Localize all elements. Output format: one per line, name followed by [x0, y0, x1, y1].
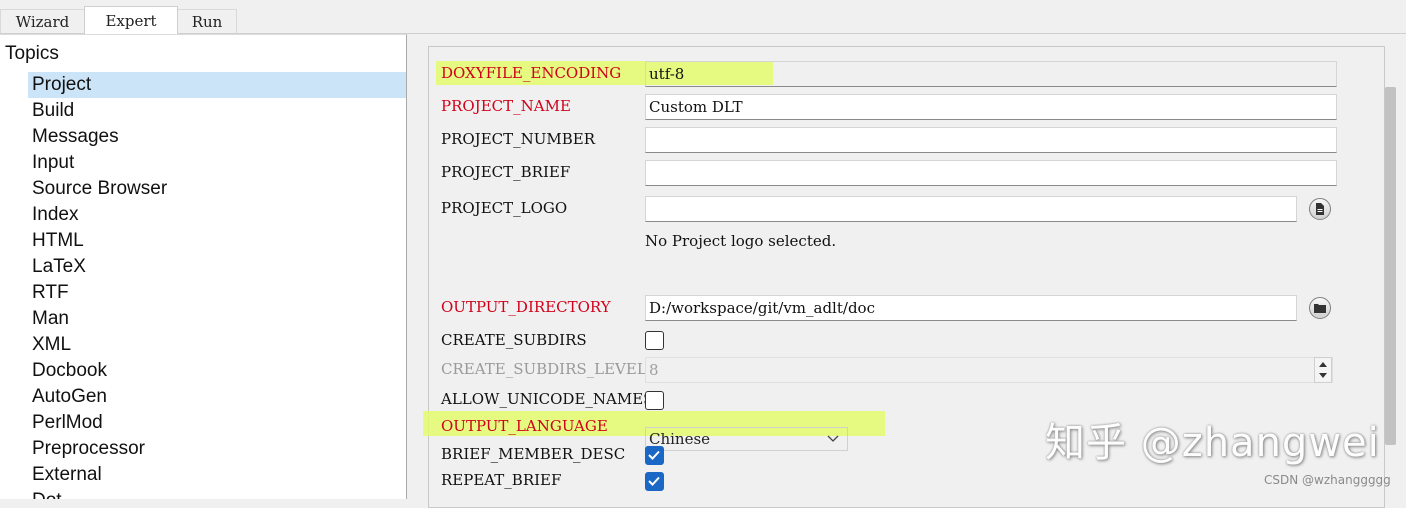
topic-item-dot[interactable]: Dot	[28, 488, 406, 499]
topic-item-autogen[interactable]: AutoGen	[28, 384, 406, 410]
output-directory-input[interactable]: D:/workspace/git/vm_adlt/doc	[645, 295, 1297, 321]
topic-item-latex[interactable]: LaTeX	[28, 254, 406, 280]
create-subdirs-checkbox[interactable]	[645, 331, 664, 350]
dir-browse-button[interactable]	[1309, 297, 1331, 319]
project-brief-input[interactable]	[645, 160, 1337, 186]
topic-item-source-browser[interactable]: Source Browser	[28, 176, 406, 202]
topic-item-html[interactable]: HTML	[28, 228, 406, 254]
tab-run[interactable]: Run	[177, 9, 237, 33]
spin-arrows-icon[interactable]	[1314, 357, 1332, 383]
chevron-down-icon	[827, 435, 839, 442]
topic-item-external[interactable]: External	[28, 462, 406, 488]
doxyfile-encoding-input[interactable]: utf-8	[645, 61, 1337, 87]
topic-item-perlmod[interactable]: PerlMod	[28, 410, 406, 436]
project-brief-label: PROJECT_BRIEF	[441, 163, 571, 181]
csdn-watermark: CSDN @wzhanggggg	[1264, 473, 1391, 487]
create-subdirs-level-label: CREATE_SUBDIRS_LEVEL	[441, 360, 647, 378]
topic-item-rtf[interactable]: RTF	[28, 280, 406, 306]
topic-item-project[interactable]: Project	[28, 72, 406, 98]
brief-member-desc-label: BRIEF_MEMBER_DESC	[441, 445, 626, 463]
project-logo-label: PROJECT_LOGO	[441, 199, 568, 217]
tab-wizard[interactable]: Wizard	[0, 9, 85, 33]
project-name-input[interactable]: Custom DLT	[645, 94, 1337, 120]
output-language-select[interactable]: Chinese	[645, 427, 848, 451]
output-directory-label: OUTPUT_DIRECTORY	[441, 298, 611, 316]
allow-unicode-names-label: ALLOW_UNICODE_NAMES	[441, 390, 654, 408]
topic-item-input[interactable]: Input	[28, 150, 406, 176]
allow-unicode-names-checkbox[interactable]	[645, 391, 664, 410]
project-logo-input[interactable]	[645, 196, 1297, 222]
topic-item-build[interactable]: Build	[28, 98, 406, 124]
folder-icon	[1314, 304, 1326, 313]
doxyfile-encoding-label: DOXYFILE_ENCODING	[441, 64, 622, 82]
create-subdirs-level-input[interactable]: 8	[645, 357, 1333, 383]
logo-browse-button[interactable]	[1309, 198, 1331, 220]
topics-panel: Topics Project Build Messages Input Source B…	[0, 34, 407, 499]
tab-expert[interactable]: Expert	[84, 6, 178, 34]
project-number-label: PROJECT_NUMBER	[441, 130, 596, 148]
topic-item-xml[interactable]: XML	[28, 332, 406, 358]
brief-member-desc-checkbox[interactable]	[645, 446, 664, 465]
output-language-label: OUTPUT_LANGUAGE	[441, 417, 608, 435]
project-name-label: PROJECT_NAME	[441, 97, 571, 115]
watermark: 知乎 @zhangwei	[1045, 420, 1380, 466]
repeat-brief-label: REPEAT_BRIEF	[441, 471, 562, 489]
topic-item-index[interactable]: Index	[28, 202, 406, 228]
topic-item-preprocessor[interactable]: Preprocessor	[28, 436, 406, 462]
file-icon	[1316, 203, 1324, 215]
topic-item-messages[interactable]: Messages	[28, 124, 406, 150]
repeat-brief-checkbox[interactable]	[645, 472, 664, 491]
tab-bar: Wizard Expert Run	[0, 0, 1406, 34]
topic-item-docbook[interactable]: Docbook	[28, 358, 406, 384]
vertical-scrollbar[interactable]	[1385, 87, 1396, 445]
topic-item-man[interactable]: Man	[28, 306, 406, 332]
create-subdirs-label: CREATE_SUBDIRS	[441, 331, 587, 349]
topics-heading: Topics	[5, 43, 59, 64]
project-logo-note: No Project logo selected.	[645, 232, 837, 250]
project-number-input[interactable]	[645, 127, 1337, 153]
